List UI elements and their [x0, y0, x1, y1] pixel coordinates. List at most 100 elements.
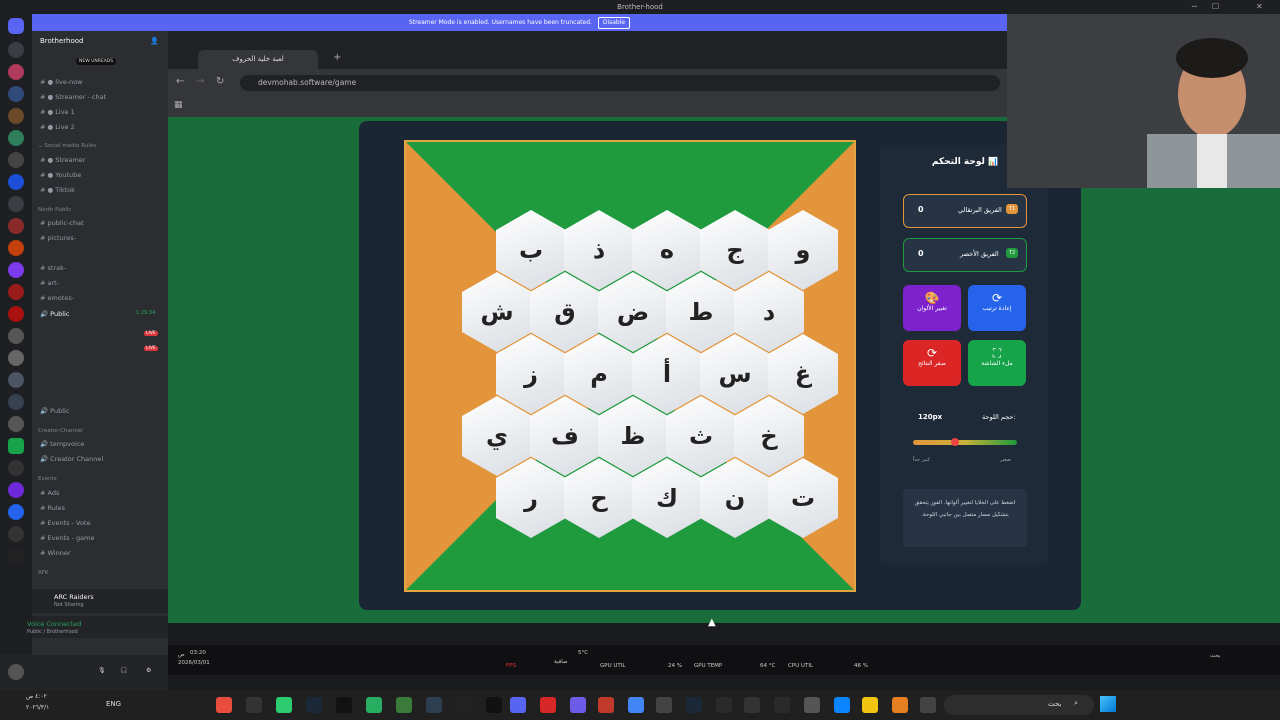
- channel-item[interactable]: # strak-: [40, 264, 66, 272]
- settings-gear-icon[interactable]: ⚙: [146, 667, 151, 674]
- slider-thumb[interactable]: [951, 438, 960, 446]
- server-icon[interactable]: [8, 548, 24, 564]
- server-icon[interactable]: [8, 482, 24, 498]
- voice-channel-item[interactable]: 🔊 Creator Channel: [40, 455, 103, 463]
- taskbar-app-icon[interactable]: [456, 697, 472, 713]
- activity-card[interactable]: ARC Raiders Not Sharing: [32, 589, 168, 613]
- taskbar-app-icon[interactable]: [686, 697, 702, 713]
- headphones-icon[interactable]: 🎧: [120, 667, 127, 674]
- server-icon[interactable]: [8, 152, 24, 168]
- change-colors-button[interactable]: 🎨 تغيير الألوان: [903, 285, 961, 331]
- minimize-icon[interactable]: ─: [1192, 2, 1197, 11]
- taskbar-app-icon[interactable]: [598, 697, 614, 713]
- channel-item[interactable]: # Ads: [40, 489, 59, 497]
- taskbar-app-icon[interactable]: [336, 697, 352, 713]
- invite-icon[interactable]: 👤: [150, 37, 159, 45]
- taskbar-app-icon[interactable]: [744, 697, 760, 713]
- category-header[interactable]: AFK: [38, 570, 49, 576]
- channel-item[interactable]: # Rules: [40, 504, 65, 512]
- taskbar-app-icon[interactable]: [716, 697, 732, 713]
- taskbar-app-icon[interactable]: [892, 697, 908, 713]
- server-icon[interactable]: [8, 328, 24, 344]
- taskbar-app-icon[interactable]: [774, 697, 790, 713]
- server-name[interactable]: Brotherhood: [40, 37, 84, 45]
- channel-item[interactable]: # ● Streamer: [40, 156, 85, 164]
- taskbar-app-icon[interactable]: [804, 697, 820, 713]
- disable-streamer-mode-button[interactable]: Disable: [597, 17, 631, 29]
- server-icon[interactable]: [8, 262, 24, 278]
- taskbar-app-icon[interactable]: [396, 697, 412, 713]
- server-icon[interactable]: [8, 284, 24, 300]
- channel-item[interactable]: # emotes-: [40, 294, 74, 302]
- avatar[interactable]: [8, 664, 24, 680]
- taskbar-app-icon[interactable]: [426, 697, 442, 713]
- server-icon[interactable]: [8, 196, 24, 212]
- maximize-icon[interactable]: ☐: [1212, 2, 1219, 11]
- server-icon[interactable]: [8, 394, 24, 410]
- channel-item[interactable]: # public-chat: [40, 219, 84, 227]
- server-icon[interactable]: [8, 306, 24, 322]
- edge-taskbar-icon[interactable]: [834, 697, 850, 713]
- taskbar-app-icon[interactable]: [486, 697, 502, 713]
- taskbar-app-icon[interactable]: [656, 697, 672, 713]
- reorder-button[interactable]: ⟳ إعادة ترتيب: [968, 285, 1026, 331]
- reset-scores-button[interactable]: ⟳ صفر النتائج: [903, 340, 961, 386]
- taskbar-search[interactable]: بحث ⌕: [944, 695, 1094, 715]
- chrome-taskbar-icon[interactable]: [628, 697, 644, 713]
- server-icon[interactable]: [8, 174, 24, 190]
- category-header[interactable]: Creator-Channel: [38, 428, 83, 434]
- browser-tab[interactable]: لعبة خلية الحروف: [198, 50, 318, 69]
- taskbar-app-icon[interactable]: [246, 697, 262, 713]
- server-icon[interactable]: [8, 108, 24, 124]
- category-header[interactable]: ⌄ Social media Rules: [38, 143, 96, 149]
- taskbar-app-icon[interactable]: [540, 697, 556, 713]
- apps-grid-icon[interactable]: ▦: [174, 100, 183, 110]
- taskbar-app-icon[interactable]: [570, 697, 586, 713]
- microphone-icon[interactable]: 🎙: [98, 667, 106, 674]
- language-indicator[interactable]: ENG: [106, 700, 121, 708]
- server-icon[interactable]: [8, 240, 24, 256]
- reload-icon[interactable]: ↻: [216, 76, 224, 87]
- server-icon[interactable]: [8, 218, 24, 234]
- server-icon[interactable]: [8, 42, 24, 58]
- channel-item[interactable]: # ● Streamer - chat: [40, 93, 106, 101]
- taskbar-app-icon[interactable]: [366, 697, 382, 713]
- voice-channel-item[interactable]: 🔊 Public: [40, 407, 69, 415]
- voice-channel-item[interactable]: 🔊 tempvoice: [40, 440, 84, 448]
- channel-item[interactable]: # ● live-now: [40, 78, 82, 86]
- channel-item[interactable]: # ● Live 1: [40, 108, 75, 116]
- close-icon[interactable]: ✕: [1256, 2, 1263, 11]
- channel-item[interactable]: # Events - Vote: [40, 519, 90, 527]
- server-icon[interactable]: [8, 504, 24, 520]
- taskbar-clock[interactable]: ٤:٠٢ ص: [26, 693, 47, 700]
- new-unreads-pill[interactable]: NEW UNREADS: [76, 58, 117, 65]
- channel-item[interactable]: # Events - game: [40, 534, 94, 542]
- board-size-slider[interactable]: [913, 438, 1017, 446]
- server-icon[interactable]: [8, 438, 24, 454]
- category-header[interactable]: North Public: [38, 207, 71, 213]
- forward-icon[interactable]: →: [196, 76, 204, 87]
- discord-home-icon[interactable]: [8, 18, 24, 34]
- overlay-search[interactable]: بحث: [1210, 653, 1220, 659]
- category-header[interactable]: Events: [38, 476, 57, 482]
- taskbar-date[interactable]: ٢٠٢٦/٣/١: [26, 704, 49, 711]
- server-icon[interactable]: [8, 130, 24, 146]
- channel-item[interactable]: # ● Youtube: [40, 171, 81, 179]
- address-bar[interactable]: devmohab.software/game: [240, 75, 1000, 91]
- voice-channel-public[interactable]: 🔊 Public: [40, 310, 69, 318]
- server-icon[interactable]: [8, 416, 24, 432]
- voice-connected-label[interactable]: Voice Connected: [27, 620, 81, 628]
- server-icon[interactable]: [8, 526, 24, 542]
- fullscreen-button[interactable]: ⛶ ملء الشاشة: [968, 340, 1026, 386]
- server-icon[interactable]: [8, 372, 24, 388]
- server-icon[interactable]: [8, 86, 24, 102]
- file-explorer-icon[interactable]: [862, 697, 878, 713]
- server-icon[interactable]: [8, 350, 24, 366]
- taskbar-app-icon[interactable]: [276, 697, 292, 713]
- server-icon[interactable]: [8, 460, 24, 476]
- taskbar-app-icon[interactable]: [216, 697, 232, 713]
- channel-item[interactable]: # ● Tiktok: [40, 186, 75, 194]
- channel-item[interactable]: # art-: [40, 279, 59, 287]
- taskbar-app-icon[interactable]: [920, 697, 936, 713]
- new-tab-icon[interactable]: +: [333, 52, 341, 63]
